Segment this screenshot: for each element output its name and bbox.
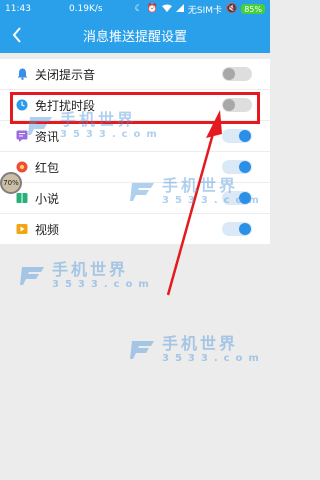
setting-row-novel[interactable]: 小说	[0, 183, 270, 214]
setting-label: 小说	[35, 191, 60, 206]
toggle-knob	[239, 223, 251, 235]
settings-list: 关闭提示音 免打扰时段 资讯 红包 小说 视频	[0, 59, 270, 245]
alarm-icon: ⏰	[146, 3, 158, 14]
toggle-switch[interactable]	[222, 67, 252, 81]
floating-ball-badge[interactable]: 70%	[0, 172, 22, 194]
setting-label: 视频	[35, 222, 60, 237]
wifi-icon	[161, 4, 172, 15]
toggle-knob	[223, 99, 235, 111]
watermark-subtitle: 3533.com	[162, 353, 265, 364]
page-title: 消息推送提醒设置	[82, 30, 187, 45]
toggle-switch[interactable]	[222, 98, 252, 112]
network-speed: 0.19K/s	[68, 4, 103, 14]
setting-row-do-not-disturb[interactable]: 免打扰时段	[0, 90, 270, 121]
silent-icon: ☾	[134, 3, 143, 14]
bell-icon	[16, 68, 28, 80]
toggle-knob	[239, 161, 251, 173]
video-icon	[16, 223, 28, 235]
setting-label: 免打扰时段	[35, 98, 96, 113]
status-time: 11:43	[5, 4, 31, 14]
toggle-knob	[223, 68, 235, 80]
toggle-switch[interactable]	[222, 129, 252, 143]
chevron-left-icon	[12, 27, 21, 43]
toggle-switch[interactable]	[222, 222, 252, 236]
signal-icon	[175, 3, 184, 15]
setting-row-red-packet[interactable]: 红包	[0, 152, 270, 183]
mute-icon: 🔇	[226, 3, 238, 14]
toggle-knob	[239, 192, 251, 204]
status-icons: ☾ ⏰ 无SIM卡 🔇 85%	[135, 3, 265, 16]
book-icon	[16, 192, 28, 204]
setting-label: 关闭提示音	[35, 67, 96, 82]
clock-icon	[16, 99, 28, 111]
toggle-switch[interactable]	[222, 191, 252, 205]
setting-label: 资讯	[35, 129, 60, 144]
watermark: 手机世界 3533.com	[130, 336, 265, 364]
watermark-subtitle: 3533.com	[52, 279, 155, 290]
chat-icon	[16, 130, 28, 142]
watermark: 手机世界 3533.com	[20, 262, 155, 290]
toggle-switch[interactable]	[222, 160, 252, 174]
nav-bar: 消息推送提醒设置	[0, 18, 270, 53]
setting-row-mute-sound[interactable]: 关闭提示音	[0, 59, 270, 90]
setting-label: 红包	[35, 160, 60, 175]
watermark-logo-icon	[130, 341, 154, 359]
watermark-title: 手机世界	[52, 260, 129, 279]
red-packet-icon	[16, 161, 28, 173]
setting-row-video[interactable]: 视频	[0, 214, 270, 245]
carrier-label: 无SIM卡	[187, 5, 222, 16]
setting-row-news[interactable]: 资讯	[0, 121, 270, 152]
battery-indicator: 85%	[241, 4, 265, 14]
watermark-logo-icon	[20, 267, 44, 285]
back-button[interactable]	[4, 22, 30, 48]
status-bar: 11:43 0.19K/s ☾ ⏰ 无SIM卡 🔇 85%	[0, 0, 270, 18]
watermark-title: 手机世界	[162, 334, 239, 353]
toggle-knob	[239, 130, 251, 142]
